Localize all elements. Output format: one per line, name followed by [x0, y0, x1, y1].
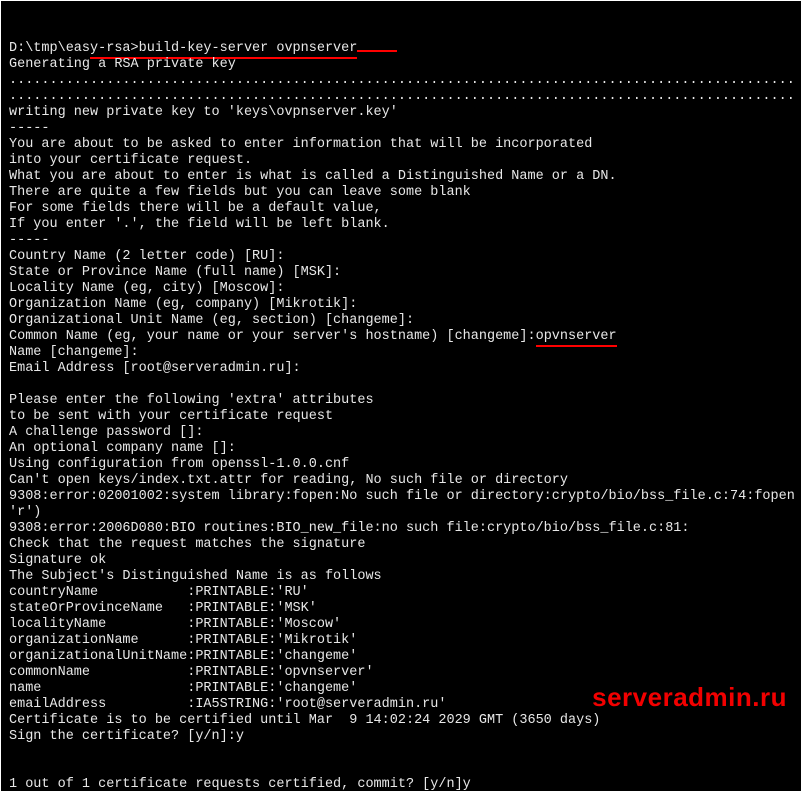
- output-line: The Subject's Distinguished Name is as f…: [9, 569, 793, 585]
- output-line: ........................................…: [9, 73, 793, 89]
- output-line: Signature ok: [9, 553, 793, 569]
- output-line: to be sent with your certificate request: [9, 409, 793, 425]
- output-line: Certificate is to be certified until Mar…: [9, 713, 793, 729]
- output-line: Locality Name (eg, city) [Moscow]:: [9, 281, 793, 297]
- output-line: If you enter '.', the field will be left…: [9, 217, 793, 233]
- output-line: Organization Name (eg, company) [Mikroti…: [9, 297, 793, 313]
- cn-label: Common Name (eg, your name or your serve…: [9, 329, 536, 344]
- output-line: organizationalUnitName:PRINTABLE:'change…: [9, 649, 793, 665]
- output-line: Can't open keys/index.txt.attr for readi…: [9, 473, 793, 489]
- output-line: 9308:error:2006D080:BIO routines:BIO_new…: [9, 521, 793, 537]
- prompt-prefix: D:\tmp\eas: [9, 41, 90, 56]
- output-line: Sign the certificate? [y/n]:y: [9, 729, 793, 745]
- output-line: For some fields there will be a default …: [9, 201, 793, 217]
- prompt-line: D:\tmp\easy-rsa>build-key-server ovpnser…: [9, 41, 793, 57]
- output-line: -----: [9, 233, 793, 249]
- output-line: Organizational Unit Name (eg, section) […: [9, 313, 793, 329]
- output-line: Generating a RSA private key: [9, 57, 793, 73]
- common-name-line: Common Name (eg, your name or your serve…: [9, 329, 793, 345]
- output-line: 1 out of 1 certificate requests certifie…: [9, 777, 793, 792]
- output-line: Country Name (2 letter code) [RU]:: [9, 249, 793, 265]
- output-line: State or Province Name (full name) [MSK]…: [9, 265, 793, 281]
- output-line: Check that the request matches the signa…: [9, 537, 793, 553]
- terminal-window[interactable]: D:\tmp\easy-rsa>build-key-server ovpnser…: [0, 0, 802, 792]
- output-line: Email Address [root@serveradmin.ru]:: [9, 361, 793, 377]
- output-line: Using configuration from openssl-1.0.0.c…: [9, 457, 793, 473]
- output-line: Name [changeme]:: [9, 345, 793, 361]
- output-line: What you are about to enter is what is c…: [9, 169, 793, 185]
- output-line: into your certificate request.: [9, 153, 793, 169]
- output-line: A challenge password []:: [9, 425, 793, 441]
- output-line: ........................................…: [9, 89, 793, 105]
- output-line: writing new private key to 'keys\ovpnser…: [9, 105, 793, 121]
- output-line: organizationName :PRINTABLE:'Mikrotik': [9, 633, 793, 649]
- underline-extension: [357, 50, 397, 52]
- output-line: An optional company name []:: [9, 441, 793, 457]
- output-line: 9308:error:02001002:system library:fopen…: [9, 489, 793, 505]
- cn-input: opvnserver: [536, 329, 617, 347]
- output-line: [9, 377, 793, 393]
- output-line: countryName :PRINTABLE:'RU': [9, 585, 793, 601]
- output-line: stateOrProvinceName :PRINTABLE:'MSK': [9, 601, 793, 617]
- output-line: [9, 745, 793, 761]
- terminal-output: D:\tmp\easy-rsa>build-key-server ovpnser…: [9, 41, 793, 792]
- output-line: Please enter the following 'extra' attri…: [9, 393, 793, 409]
- output-line: 'r'): [9, 505, 793, 521]
- output-line: name :PRINTABLE:'changeme': [9, 681, 793, 697]
- output-line: There are quite a few fields but you can…: [9, 185, 793, 201]
- output-line: commonName :PRINTABLE:'opvnserver': [9, 665, 793, 681]
- output-line: localityName :PRINTABLE:'Moscow': [9, 617, 793, 633]
- output-line: -----: [9, 121, 793, 137]
- output-line: emailAddress :IA5STRING:'root@serveradmi…: [9, 697, 793, 713]
- output-line: [9, 761, 793, 777]
- output-line: You are about to be asked to enter infor…: [9, 137, 793, 153]
